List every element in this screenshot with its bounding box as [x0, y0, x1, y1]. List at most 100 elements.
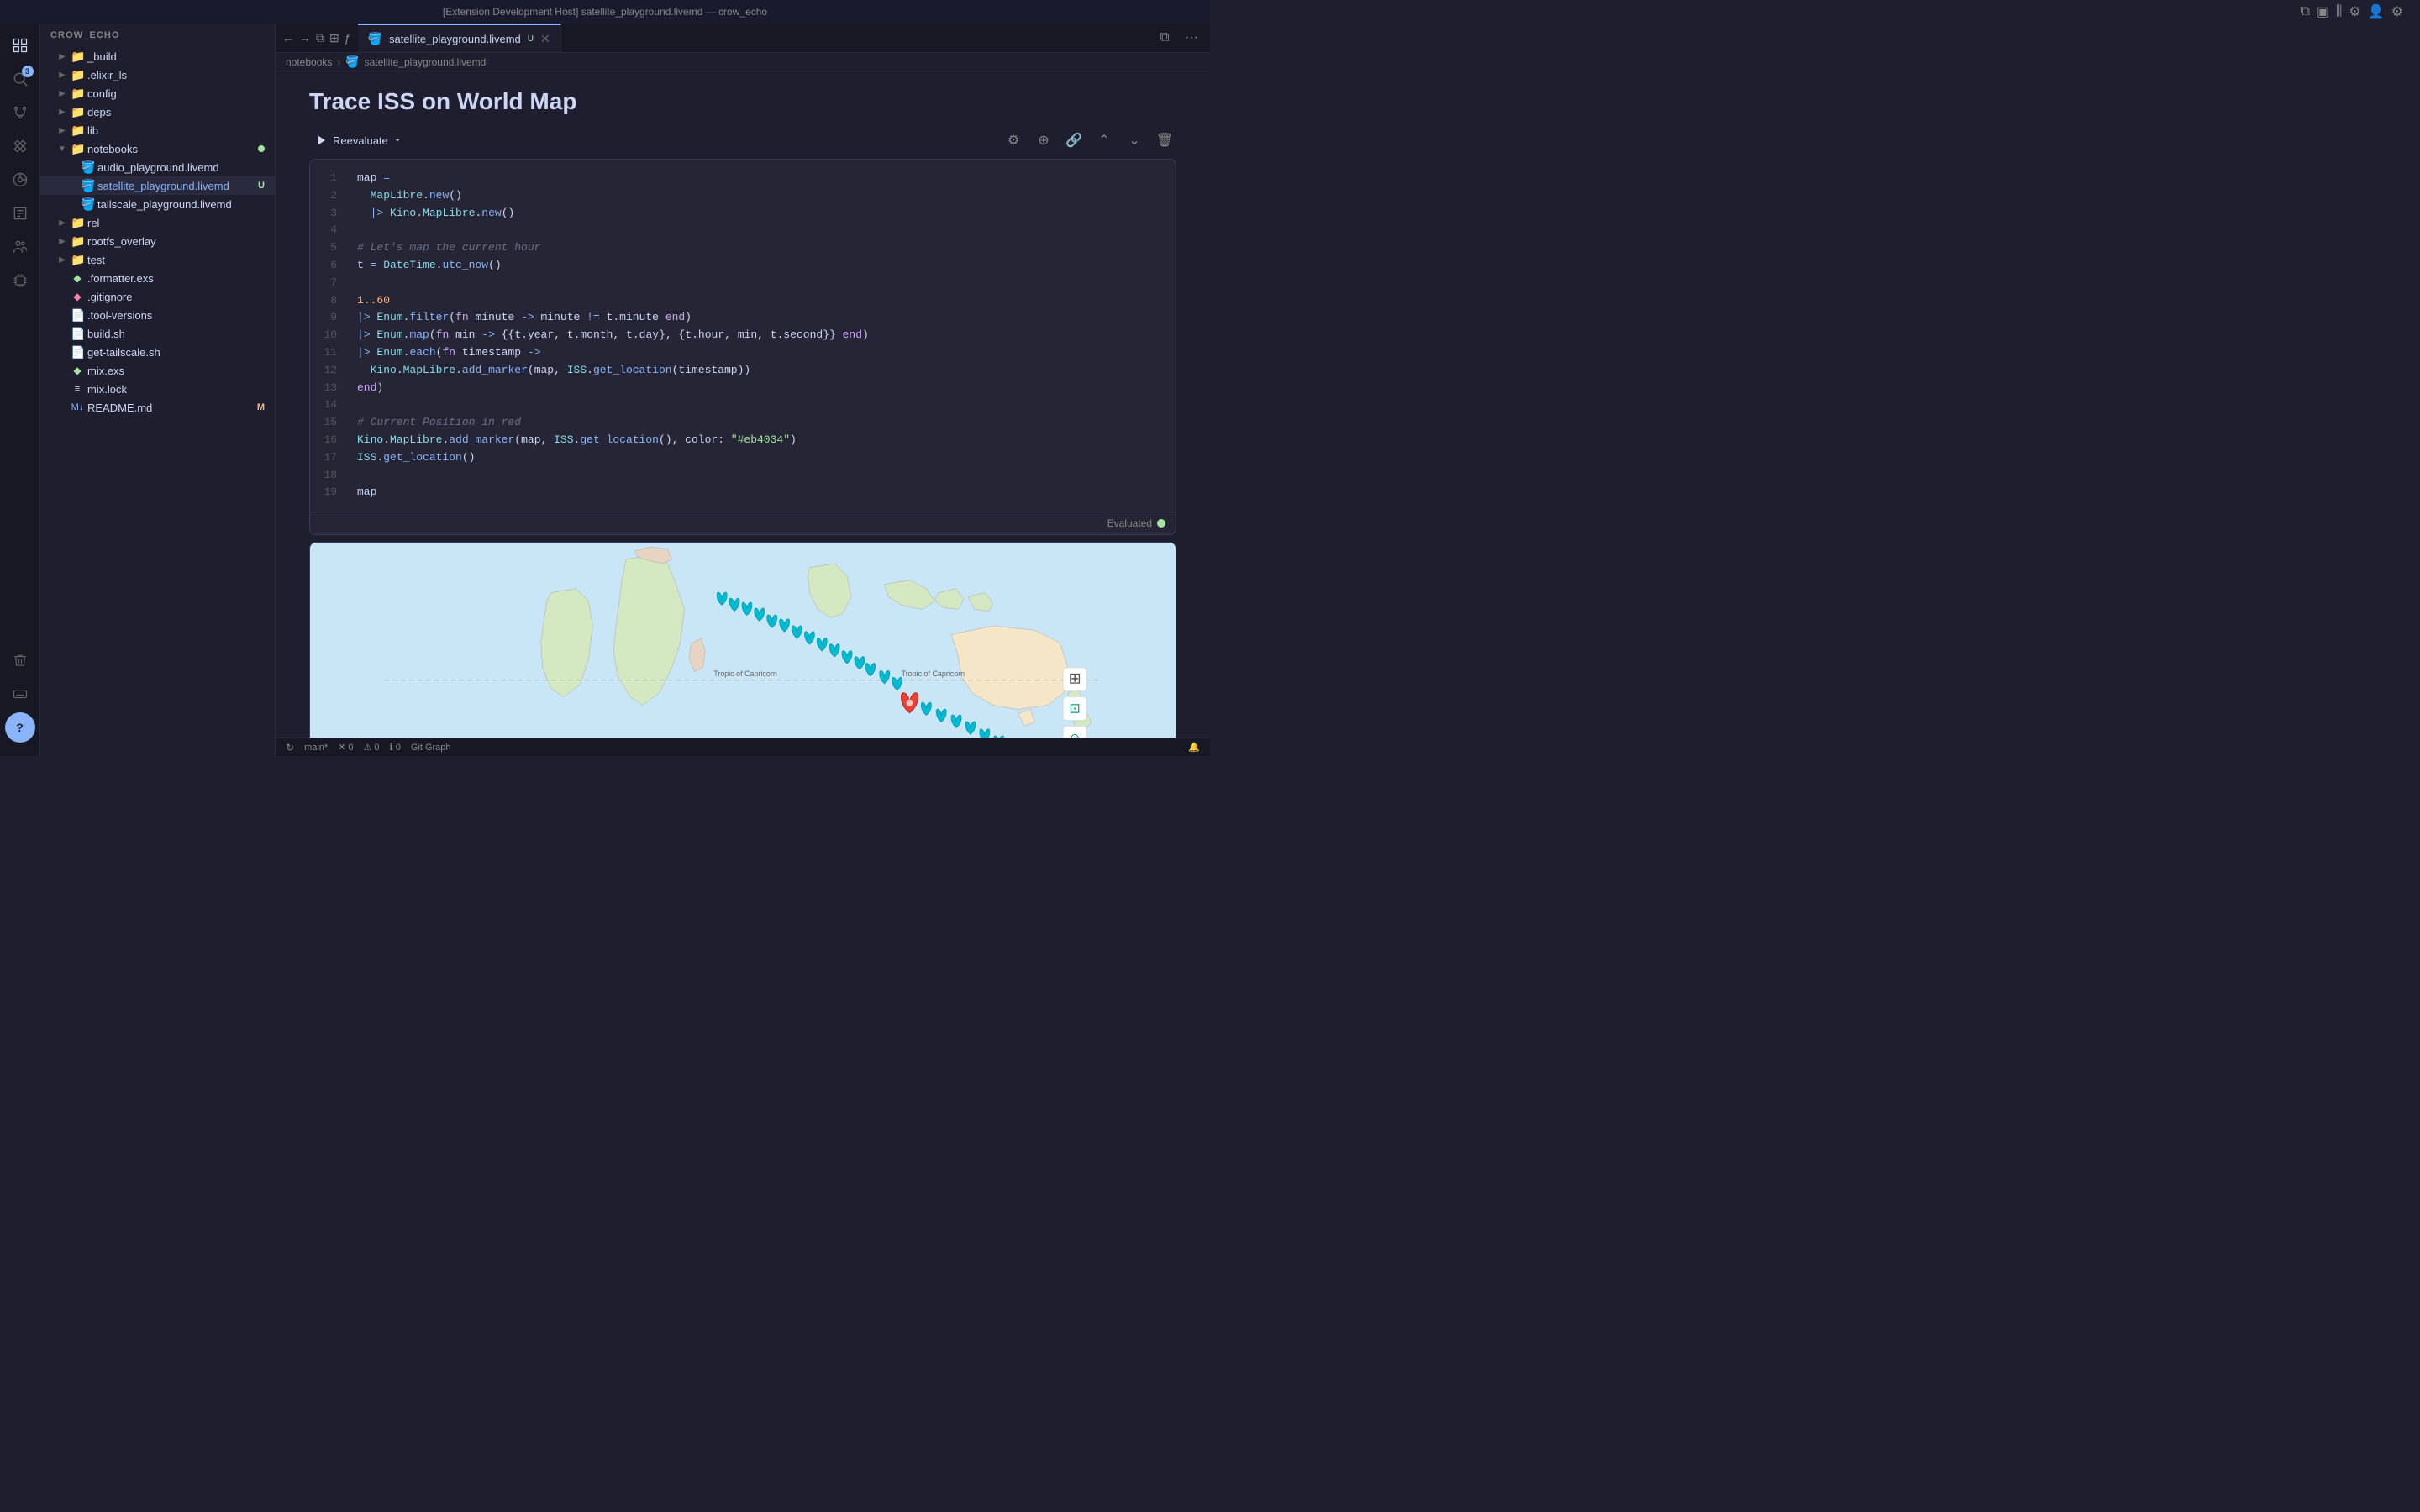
split-icon[interactable]: ⧉	[316, 31, 324, 45]
chevron-right-icon: ▶	[57, 107, 67, 117]
collapse-up-icon[interactable]: ⌃	[1092, 129, 1116, 152]
activity-cpu-icon[interactable]	[5, 265, 35, 296]
tab-satellite-playground[interactable]: 🪣 satellite_playground.livemd U ✕	[358, 24, 561, 52]
layout-icon[interactable]: ▣	[2317, 3, 2329, 20]
warning-count: 0	[374, 743, 379, 753]
tropic-label-right: Tropic of Capricorn	[902, 669, 965, 678]
cell-actions: ⚙ ⊕ 🔗 ⌃ ⌄ 🗑	[1002, 129, 1176, 152]
link-cell-icon[interactable]: 🔗	[1062, 129, 1086, 152]
settings-cell-icon[interactable]: ⚙	[1002, 129, 1025, 152]
forward-icon[interactable]: →	[299, 31, 311, 45]
function-icon[interactable]: ƒ	[345, 31, 351, 45]
activity-users-icon[interactable]	[5, 232, 35, 262]
tab-close-icon[interactable]: ✕	[540, 32, 550, 46]
expand-down-icon[interactable]: ⌄	[1123, 129, 1146, 152]
sidebar-item-mix-lock[interactable]: ≡ mix.lock	[40, 380, 275, 398]
reevaluate-button[interactable]: Reevaluate	[309, 131, 408, 150]
settings-icon[interactable]: ⚙	[2391, 3, 2403, 20]
account-icon[interactable]: 👤	[2368, 3, 2385, 20]
title-bar: [Extension Development Host] satellite_p…	[0, 0, 1210, 24]
breadcrumb-notebooks[interactable]: notebooks	[286, 56, 332, 68]
tab-title: satellite_playground.livemd	[389, 33, 521, 45]
error-indicator[interactable]: ✕ 0	[338, 742, 353, 753]
code-lines[interactable]: map = MapLibre.new() |> Kino.MapLibre.ne…	[344, 160, 1176, 512]
activity-explorer-icon[interactable]	[5, 30, 35, 60]
map-container[interactable]: Tropic of Capricorn Tropic of Capricorn	[310, 543, 1176, 738]
warning-icon: ⚠	[364, 742, 372, 753]
sidebar-item-readme[interactable]: M↓ README.md M	[40, 398, 275, 417]
chevron-right-icon: ▶	[57, 125, 67, 135]
breadcrumb-notebook-icon: 🪣	[345, 55, 359, 69]
map-output-cell[interactable]: Tropic of Capricorn Tropic of Capricorn	[309, 542, 1176, 738]
sidebar-item-satellite-playground[interactable]: 🪣 satellite_playground.livemd U	[40, 176, 275, 195]
breadcrumb-sep: ›	[337, 56, 340, 68]
sidebar-item-buildsh[interactable]: 📄 build.sh	[40, 324, 275, 343]
sidebar-item-notebooks[interactable]: ▼ 📁 notebooks	[40, 139, 275, 158]
sidebar-item-test[interactable]: ▶ 📁 test	[40, 250, 275, 269]
sidebar-item-mix-exs[interactable]: ◆ mix.exs	[40, 361, 275, 380]
activity-bar: 3	[0, 24, 40, 756]
editor-area: ← → ⧉ ⊞ ƒ 🪣 satellite_playground.livemd …	[276, 24, 1210, 756]
sidebar-item-tailscale-playground[interactable]: 🪣 tailscale_playground.livemd	[40, 195, 275, 213]
chevron-down-icon: ▼	[57, 144, 67, 154]
chevron-right-icon: ▶	[57, 236, 67, 246]
activity-trash-icon[interactable]	[5, 645, 35, 675]
sidebar-item-tool-versions[interactable]: 📄 .tool-versions	[40, 306, 275, 324]
sidebar-item-gitignore[interactable]: ◆ .gitignore	[40, 287, 275, 306]
activity-debug-icon[interactable]	[5, 165, 35, 195]
more-actions-icon[interactable]: ···	[1180, 26, 1203, 50]
chevron-right-icon: ▶	[57, 88, 67, 98]
activity-search-icon[interactable]: 3	[5, 64, 35, 94]
split-editor-icon[interactable]: ⧉	[2300, 4, 2309, 19]
breadcrumb-file[interactable]: satellite_playground.livemd	[365, 56, 487, 68]
svg-text:⊙: ⊙	[1070, 731, 1080, 738]
map-zoom-fit: ⊡	[1063, 697, 1086, 721]
activity-extensions-icon[interactable]	[5, 131, 35, 161]
chevron-right-icon: ▶	[57, 255, 67, 265]
delete-cell-icon[interactable]: 🗑	[1153, 129, 1176, 152]
sidebar-item-rel[interactable]: ▶ 📁 rel	[40, 213, 275, 232]
svg-text:⊞: ⊞	[1069, 670, 1081, 687]
sidebar-item-get-tailscale[interactable]: 📄 get-tailscale.sh	[40, 343, 275, 361]
warning-indicator[interactable]: ⚠ 0	[364, 742, 380, 753]
activity-help-icon[interactable]: ?	[5, 712, 35, 743]
notebook-title: Trace ISS on World Map	[309, 88, 1176, 115]
line-numbers: 12345 678910 1112131415 16171819	[310, 160, 344, 512]
split-vertical-icon[interactable]: ⫼	[2336, 4, 2342, 19]
tropic-label-left: Tropic of Capricorn	[713, 669, 777, 678]
sidebar-item-elixir-ls[interactable]: ▶ 📁 .elixir_ls	[40, 66, 275, 84]
map-locate: ⊙	[1063, 727, 1086, 738]
sidebar-content: ▶ 📁 _build ▶ 📁 .elixir_ls ▶ 📁 config ▶ 📁…	[40, 47, 275, 756]
svg-text:⊡: ⊡	[1069, 702, 1080, 717]
modified-badge	[258, 145, 265, 152]
title-bar-text: [Extension Development Host] satellite_p…	[443, 6, 767, 18]
cell-toolbar: Reevaluate ⚙ ⊕ 🔗 ⌃ ⌄ 🗑	[309, 129, 1176, 152]
tree-icon[interactable]: ⊞	[329, 31, 339, 45]
sidebar: CROW_ECHO ▶ 📁 _build ▶ 📁 .elixir_ls ▶ 📁 …	[40, 24, 276, 756]
sidebar-item-formatter[interactable]: ◆ .formatter.exs	[40, 269, 275, 287]
git-graph-link[interactable]: Git Graph	[411, 743, 451, 753]
notifications-icon[interactable]: 🔔	[1188, 742, 1200, 753]
customize-layout-icon[interactable]: ⚙	[2349, 3, 2360, 20]
tab-bar: ← → ⧉ ⊞ ƒ 🪣 satellite_playground.livemd …	[276, 24, 1210, 53]
zoom-cell-icon[interactable]: ⊕	[1032, 129, 1055, 152]
sidebar-item-rootfs[interactable]: ▶ 📁 rootfs_overlay	[40, 232, 275, 250]
git-branch-icon: ↻	[286, 742, 294, 753]
sidebar-item-audio-playground[interactable]: 🪣 audio_playground.livemd	[40, 158, 275, 176]
activity-keyboard-icon[interactable]	[5, 679, 35, 709]
activity-livebook-icon[interactable]	[5, 198, 35, 228]
sidebar-item-build[interactable]: ▶ 📁 _build	[40, 47, 275, 66]
sidebar-item-config[interactable]: ▶ 📁 config	[40, 84, 275, 102]
error-icon: ✕	[338, 742, 345, 753]
map-controls: ⊞	[1063, 668, 1086, 691]
split-editor-right-icon[interactable]: ⧉	[1153, 26, 1176, 50]
sidebar-item-lib[interactable]: ▶ 📁 lib	[40, 121, 275, 139]
chevron-right-icon: ▶	[57, 70, 67, 80]
evaluated-label: Evaluated	[1107, 517, 1152, 529]
back-icon[interactable]: ←	[282, 31, 294, 45]
git-branch-name[interactable]: main*	[304, 743, 328, 753]
info-indicator[interactable]: ℹ 0	[390, 742, 401, 753]
activity-source-control-icon[interactable]	[5, 97, 35, 128]
info-count: 0	[396, 743, 401, 753]
sidebar-item-deps[interactable]: ▶ 📁 deps	[40, 102, 275, 121]
